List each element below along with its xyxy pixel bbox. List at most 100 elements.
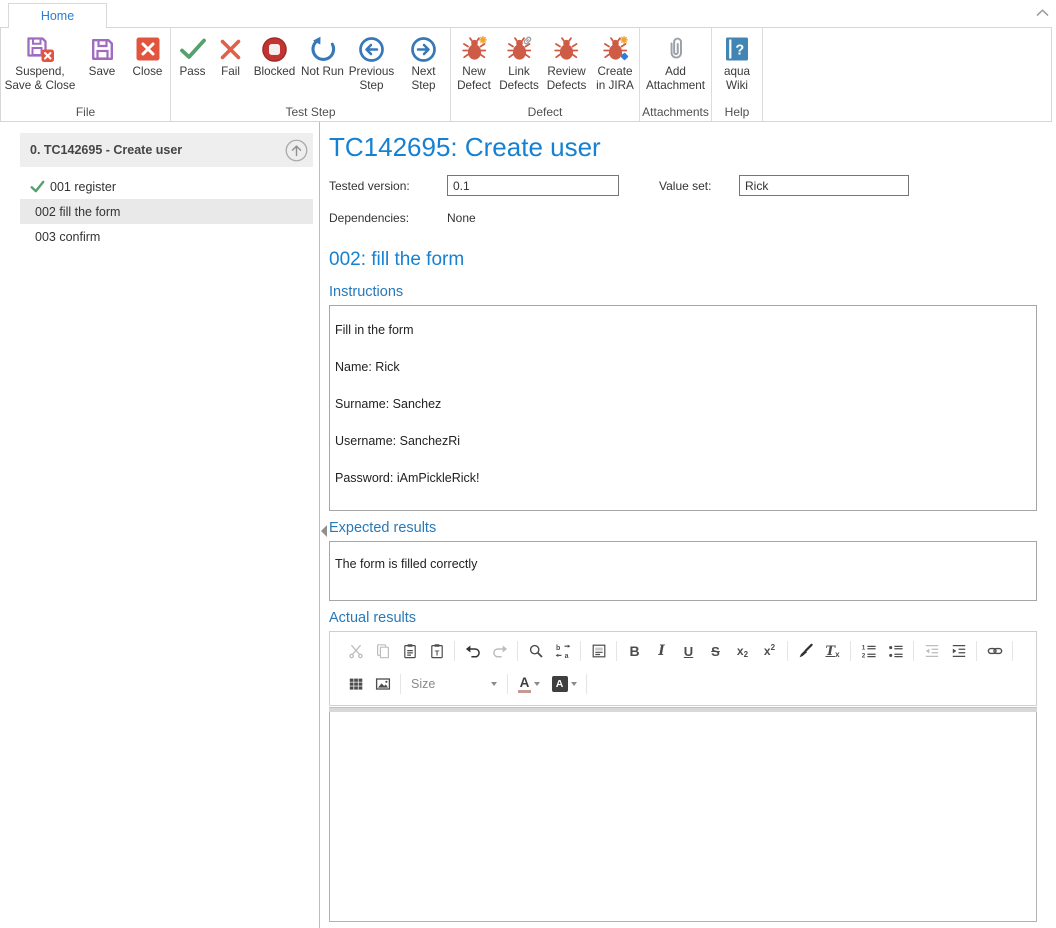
tab-home[interactable]: Home	[8, 3, 107, 28]
table-icon[interactable]	[342, 672, 369, 696]
cut-icon[interactable]	[342, 639, 369, 663]
ribbon-button-label: Next Step	[399, 65, 449, 92]
italic-icon[interactable]: I	[648, 639, 675, 663]
ribbon-button-label: Blocked	[254, 65, 296, 79]
font-size-dropdown[interactable]: Size	[411, 677, 497, 691]
find-icon[interactable]	[522, 639, 549, 663]
editor-content[interactable]	[329, 712, 1037, 922]
ribbon-group-file: Suspend, Save & Close Save	[1, 28, 171, 121]
value-set-input[interactable]	[739, 175, 909, 196]
ribbon-button-label: Previous Step	[345, 65, 399, 92]
ribbon-group-label: Test Step	[171, 105, 450, 119]
new-defect-button[interactable]: New Defect	[452, 32, 497, 92]
instruction-line: Fill in the form	[335, 323, 1028, 337]
instruction-line: Surname: Sanchez	[335, 397, 1028, 411]
sidebar-item-step-002[interactable]: 002 fill the form	[20, 199, 313, 224]
bold-icon[interactable]: B	[621, 639, 648, 663]
sidebar-item-step-001[interactable]: 001 register	[20, 174, 313, 199]
actual-results-editor: T ba	[329, 631, 1037, 922]
sidebar-item-step-003[interactable]: 003 confirm	[20, 224, 313, 249]
expected-results-box: The form is filled correctly	[329, 541, 1037, 601]
blocked-stop-icon	[261, 33, 288, 65]
fail-cross-icon	[218, 33, 243, 65]
link-defects-button[interactable]: Link Defects	[497, 32, 542, 92]
subscript-icon[interactable]: x2	[729, 639, 756, 663]
next-step-icon	[410, 33, 437, 65]
instruction-line: Username: SanchezRi	[335, 434, 1028, 448]
toolbar-separator	[787, 641, 788, 661]
svg-text:?: ?	[735, 43, 744, 59]
copy-icon[interactable]	[369, 639, 396, 663]
close-icon	[135, 33, 161, 65]
close-button[interactable]: Close	[125, 32, 170, 79]
previous-step-button[interactable]: Previous Step	[345, 32, 399, 92]
underline-icon[interactable]: U	[675, 639, 702, 663]
suspend-save-close-button[interactable]: Suspend, Save & Close	[1, 32, 79, 92]
toolbar-separator	[616, 641, 617, 661]
editor-toolbar: T ba	[329, 631, 1037, 706]
toolbar-separator	[913, 641, 914, 661]
toolbar-separator	[507, 674, 508, 694]
ribbon-group-label: File	[1, 105, 170, 119]
bulleted-list-icon[interactable]	[882, 639, 909, 663]
ribbon-group-attachments: Add Attachment Attachments	[640, 28, 712, 121]
superscript-icon[interactable]: x2	[756, 639, 783, 663]
background-color-glyph: A	[552, 676, 568, 692]
undo-icon[interactable]	[459, 639, 486, 663]
decrease-indent-icon[interactable]	[918, 639, 945, 663]
create-in-jira-button[interactable]: Create in JIRA	[592, 32, 639, 92]
bug-jira-icon	[602, 33, 629, 65]
sidebar-item-label: 002 fill the form	[35, 205, 120, 219]
increase-indent-icon[interactable]	[945, 639, 972, 663]
ribbon-button-label: New Defect	[452, 65, 497, 92]
sidebar-collapse-arrow-icon[interactable]	[321, 525, 327, 537]
circle-up-arrow-icon[interactable]	[285, 139, 308, 162]
strikethrough-icon[interactable]: S	[702, 639, 729, 663]
editor-toolbar-row-2: Size A A	[342, 672, 1024, 696]
ribbon-button-label: Review Defects	[542, 65, 592, 92]
background-color-icon[interactable]: A	[546, 676, 582, 692]
ribbon-button-label: Close	[133, 65, 163, 79]
not-run-button[interactable]: Not Run	[301, 32, 345, 79]
value-set-label: Value set:	[659, 179, 739, 193]
paste-plain-text-icon[interactable]: T	[423, 639, 450, 663]
blocked-button[interactable]: Blocked	[249, 32, 301, 79]
bug-link-icon	[506, 33, 533, 65]
toolbar-separator	[850, 641, 851, 661]
image-icon[interactable]	[369, 672, 396, 696]
ribbon-group-label: Defect	[451, 105, 639, 119]
numbered-list-icon[interactable]: 12	[855, 639, 882, 663]
instruction-line: Password: iAmPickleRick!	[335, 471, 1028, 485]
replace-icon[interactable]: ba	[549, 639, 576, 663]
add-attachment-button[interactable]: Add Attachment	[641, 32, 711, 92]
svg-text:a: a	[564, 653, 568, 659]
step-list-title: 0. TC142695 - Create user	[30, 143, 285, 157]
ribbon-button-label: Save	[89, 65, 116, 79]
ribbon-group-defect: New Defect Link Defects	[451, 28, 640, 121]
pass-button[interactable]: Pass	[173, 32, 213, 79]
save-icon	[89, 33, 116, 65]
toolbar-separator	[454, 641, 455, 661]
toolbar-separator	[580, 641, 581, 661]
fail-button[interactable]: Fail	[213, 32, 249, 79]
tested-version-input[interactable]	[447, 175, 619, 196]
review-defects-button[interactable]: Review Defects	[542, 32, 592, 92]
tab-home-label: Home	[41, 9, 74, 23]
next-step-button[interactable]: Next Step	[399, 32, 449, 92]
expected-line: The form is filled correctly	[335, 557, 1028, 571]
toolbar-separator	[976, 641, 977, 661]
save-button[interactable]: Save	[79, 32, 125, 79]
ribbon-collapse-chevron-icon[interactable]	[1036, 4, 1049, 22]
select-all-icon[interactable]	[585, 639, 612, 663]
font-color-glyph: A	[518, 676, 531, 693]
paste-icon[interactable]	[396, 639, 423, 663]
font-size-dropdown-label: Size	[411, 677, 488, 691]
redo-icon[interactable]	[486, 639, 513, 663]
app-window: Home Suspend, Save & Close	[0, 0, 1056, 928]
font-color-icon[interactable]: A	[512, 676, 546, 693]
pass-check-icon	[178, 33, 208, 65]
aqua-wiki-button[interactable]: ? aqua Wiki	[713, 32, 761, 92]
remove-format-icon[interactable]: Tx	[819, 639, 846, 663]
link-icon[interactable]	[981, 639, 1008, 663]
copy-formatting-icon[interactable]	[792, 639, 819, 663]
